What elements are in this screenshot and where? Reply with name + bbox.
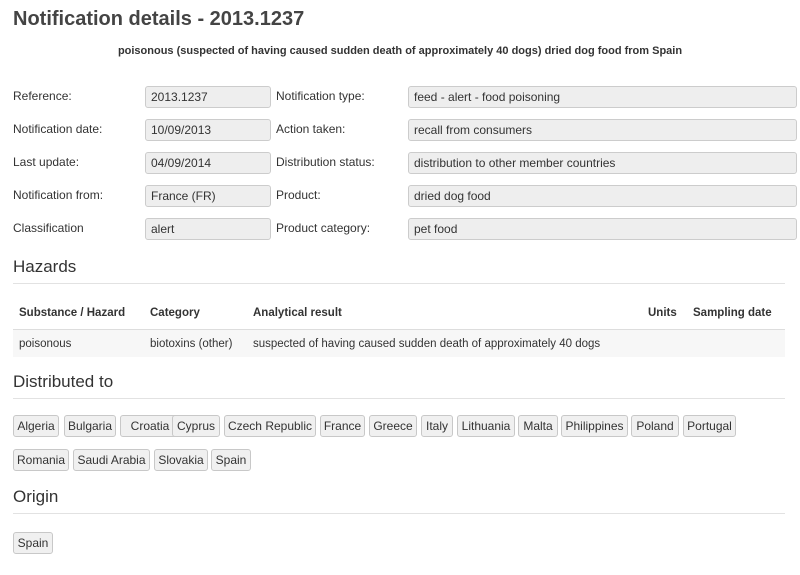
product-field: dried dog food	[408, 185, 797, 207]
country-tag-lithuania[interactable]: Lithuania	[457, 415, 515, 437]
country-tag-portugal[interactable]: Portugal	[683, 415, 736, 437]
product-label: Product:	[276, 188, 321, 202]
classification-field: alert	[145, 218, 271, 240]
notification-type-label: Notification type:	[276, 89, 365, 103]
action-taken-label: Action taken:	[276, 122, 346, 136]
product-category-label: Product category:	[276, 221, 371, 235]
column-category: Category	[150, 307, 200, 319]
cell-category: biotoxins (other)	[150, 338, 233, 350]
details-row-last-update: Last update: 04/09/2014 Distribution sta…	[13, 152, 797, 176]
action-taken-field: recall from consumers	[408, 119, 797, 141]
page-subtitle: poisonous (suspected of having caused su…	[117, 45, 683, 57]
distributed-to-heading: Distributed to	[13, 372, 114, 391]
column-substance-hazard: Substance / Hazard	[19, 307, 126, 319]
cell-substance-hazard: poisonous	[19, 338, 72, 350]
last-update-field: 04/09/2014	[145, 152, 271, 174]
notification-date-field: 10/09/2013	[145, 119, 271, 141]
country-tag-spain[interactable]: Spain	[211, 449, 251, 471]
country-tag-bulgaria[interactable]: Bulgaria	[64, 415, 116, 437]
country-tag-malta[interactable]: Malta	[518, 415, 558, 437]
details-row-notification-from: Notification from: France (FR) Product: …	[13, 185, 797, 209]
table-row: poisonous biotoxins (other) suspected of…	[13, 329, 785, 357]
country-tag-greece[interactable]: Greece	[369, 415, 417, 437]
last-update-label: Last update:	[13, 155, 80, 169]
reference-field: 2013.1237	[145, 86, 271, 108]
notification-type-field: feed - alert - food poisoning	[408, 86, 797, 108]
details-row-classification: Classification alert Product category: p…	[13, 218, 797, 242]
notification-from-label: Notification from:	[13, 188, 104, 202]
cell-analytical-result: suspected of having caused sudden death …	[253, 338, 601, 350]
reference-label: Reference:	[13, 89, 72, 103]
country-tag-croatia[interactable]: Croatia	[120, 415, 180, 437]
country-tag-poland[interactable]: Poland	[631, 415, 679, 437]
country-tag-italy[interactable]: Italy	[421, 415, 453, 437]
product-category-field: pet food	[408, 218, 797, 240]
distribution-status-label: Distribution status:	[276, 155, 375, 169]
country-tag-romania[interactable]: Romania	[13, 449, 69, 471]
country-tag-france[interactable]: France	[320, 415, 365, 437]
country-tag-slovakia[interactable]: Slovakia	[154, 449, 208, 471]
hazards-table-header: Substance / Hazard Category Analytical r…	[13, 299, 785, 329]
origin-heading: Origin	[13, 487, 59, 506]
country-tag-cyprus[interactable]: Cyprus	[172, 415, 220, 437]
column-sampling-date: Sampling date	[693, 307, 772, 319]
column-analytical-result: Analytical result	[253, 307, 342, 319]
page-title: Notification details - 2013.1237	[13, 8, 305, 30]
notification-date-label: Notification date:	[13, 122, 103, 136]
origin-tag-spain[interactable]: Spain	[13, 532, 53, 554]
country-tag-algeria[interactable]: Algeria	[13, 415, 59, 437]
hazards-heading: Hazards	[13, 257, 77, 276]
distribution-status-field: distribution to other member countries	[408, 152, 797, 174]
country-tag-philippines[interactable]: Philippines	[561, 415, 628, 437]
classification-label: Classification	[13, 221, 84, 235]
details-row-notification-date: Notification date: 10/09/2013 Action tak…	[13, 119, 797, 143]
column-units: Units	[648, 307, 677, 319]
country-tag-saudi-arabia[interactable]: Saudi Arabia	[73, 449, 150, 471]
distributed-to-divider	[13, 398, 785, 399]
details-row-reference: Reference: 2013.1237 Notification type: …	[13, 86, 797, 110]
country-tag-czech-republic[interactable]: Czech Republic	[224, 415, 316, 437]
origin-divider	[13, 513, 785, 514]
notification-from-field: France (FR)	[145, 185, 271, 207]
hazards-divider	[13, 283, 785, 284]
